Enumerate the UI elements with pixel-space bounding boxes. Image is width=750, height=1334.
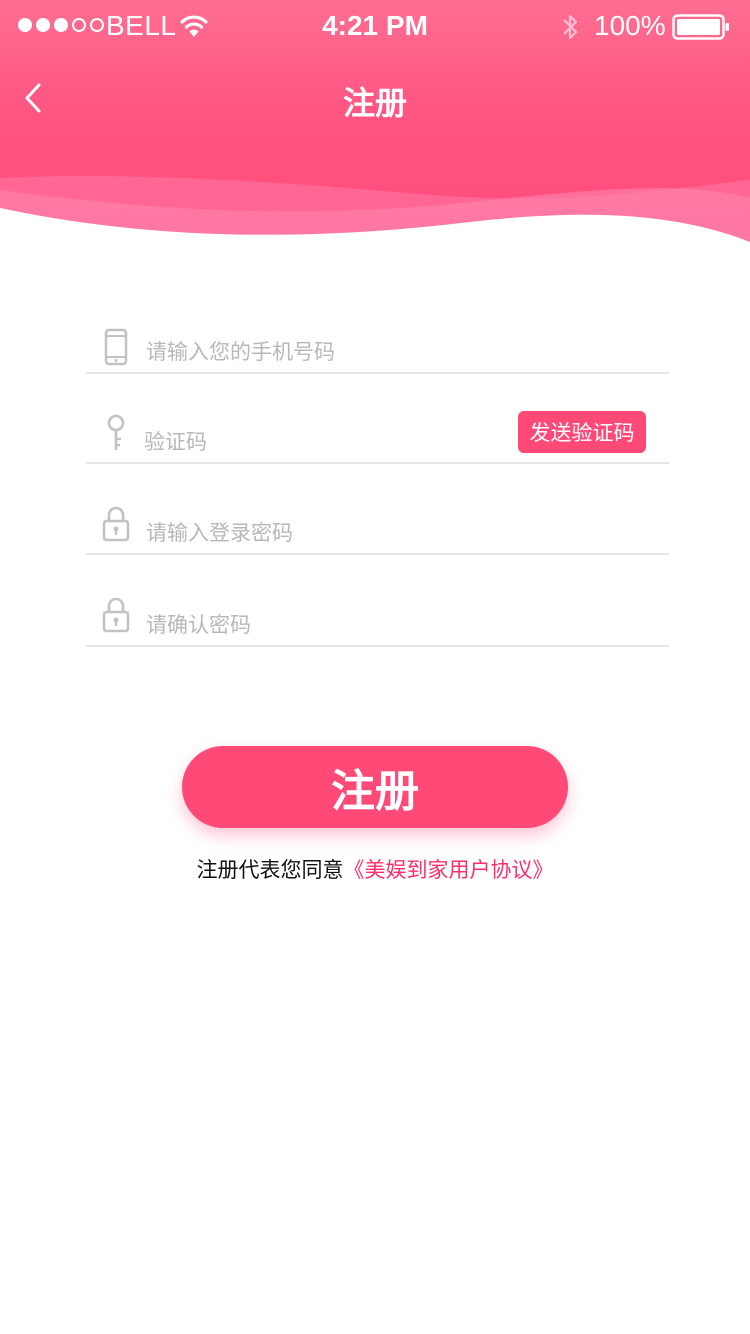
confirm-password-input[interactable]: [146, 609, 669, 641]
lock-icon: [102, 506, 130, 542]
key-icon: [107, 414, 125, 450]
lock-icon: [102, 597, 130, 633]
phone-icon: [104, 328, 128, 366]
phone-input[interactable]: [146, 336, 669, 368]
header-wave: [0, 175, 750, 245]
password-field-row: [86, 480, 669, 555]
battery-percentage: 100%: [594, 10, 666, 41]
agreement-prefix: 注册代表您同意: [196, 858, 344, 882]
status-bar: BELL 4:21 PM 100%: [0, 0, 750, 52]
battery-icon: [672, 14, 729, 40]
send-code-button[interactable]: 发送验证码: [518, 411, 646, 453]
agreement-link[interactable]: 《美娱到家用户协议》: [344, 858, 554, 882]
register-button[interactable]: 注册: [182, 746, 568, 828]
phone-field-row: [86, 300, 669, 374]
bluetooth-icon: [563, 14, 578, 40]
header: BELL 4:21 PM 100% 注册: [0, 0, 750, 245]
page-title: 注册: [342, 84, 407, 122]
agreement-text: 注册代表您同意《美娱到家用户协议》: [0, 854, 750, 884]
confirm-password-field-row: [86, 571, 669, 647]
password-input[interactable]: [146, 517, 669, 549]
verification-code-input[interactable]: [144, 426, 509, 458]
